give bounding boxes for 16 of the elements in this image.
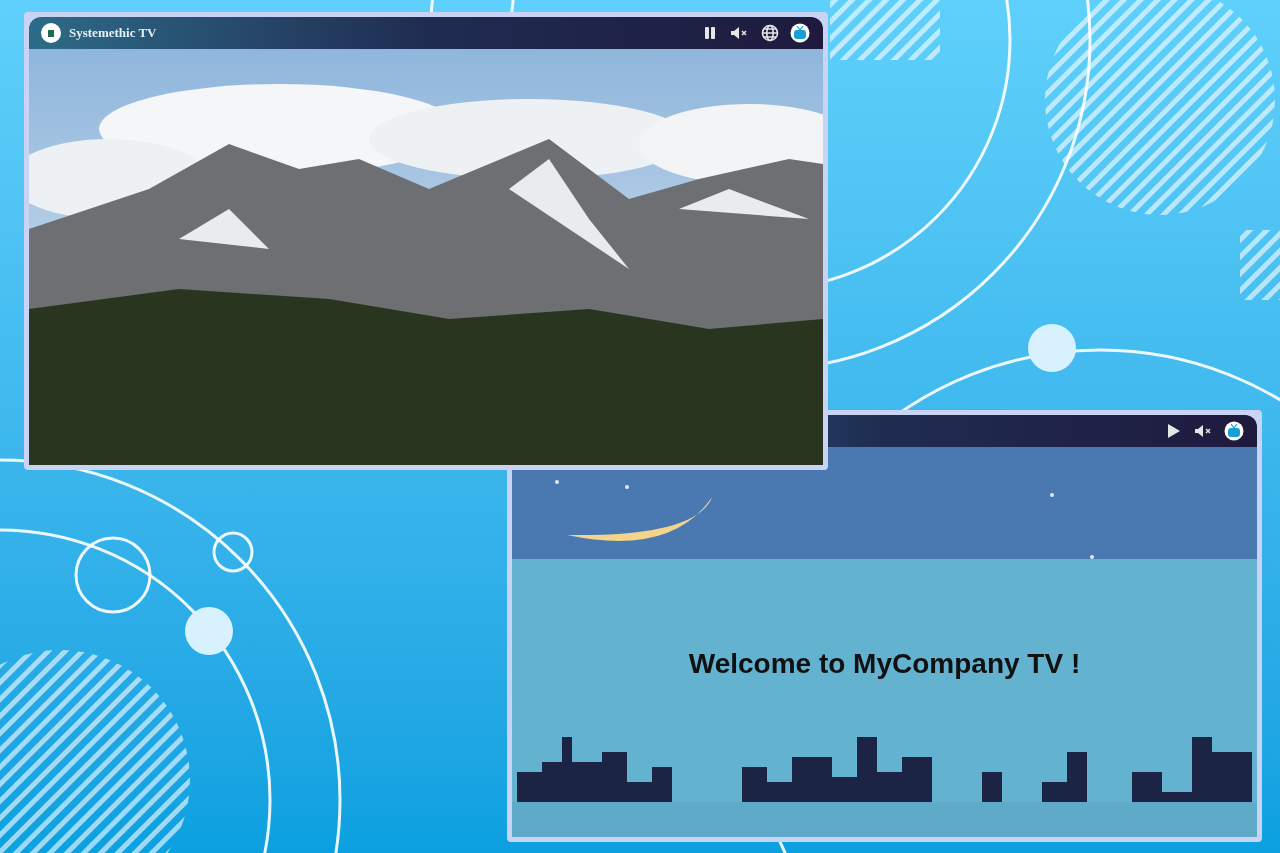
tv-button[interactable] xyxy=(1223,420,1245,442)
logo-icon xyxy=(41,23,61,43)
play-icon xyxy=(1167,423,1181,439)
mute-icon xyxy=(730,26,750,40)
tv-button[interactable] xyxy=(789,22,811,44)
tv-icon xyxy=(1224,421,1244,441)
globe-button[interactable] xyxy=(759,22,781,44)
welcome-heading: Welcome to MyCompany TV ! xyxy=(688,647,1081,681)
pause-icon xyxy=(704,26,716,40)
globe-icon xyxy=(761,24,779,42)
bubble-decoration xyxy=(1028,324,1076,372)
striped-decoration xyxy=(1240,230,1280,300)
tv-icon xyxy=(790,23,810,43)
bubble-decoration xyxy=(185,607,233,655)
window-title: Systemethic TV xyxy=(69,24,157,43)
mute-icon xyxy=(1194,424,1214,438)
